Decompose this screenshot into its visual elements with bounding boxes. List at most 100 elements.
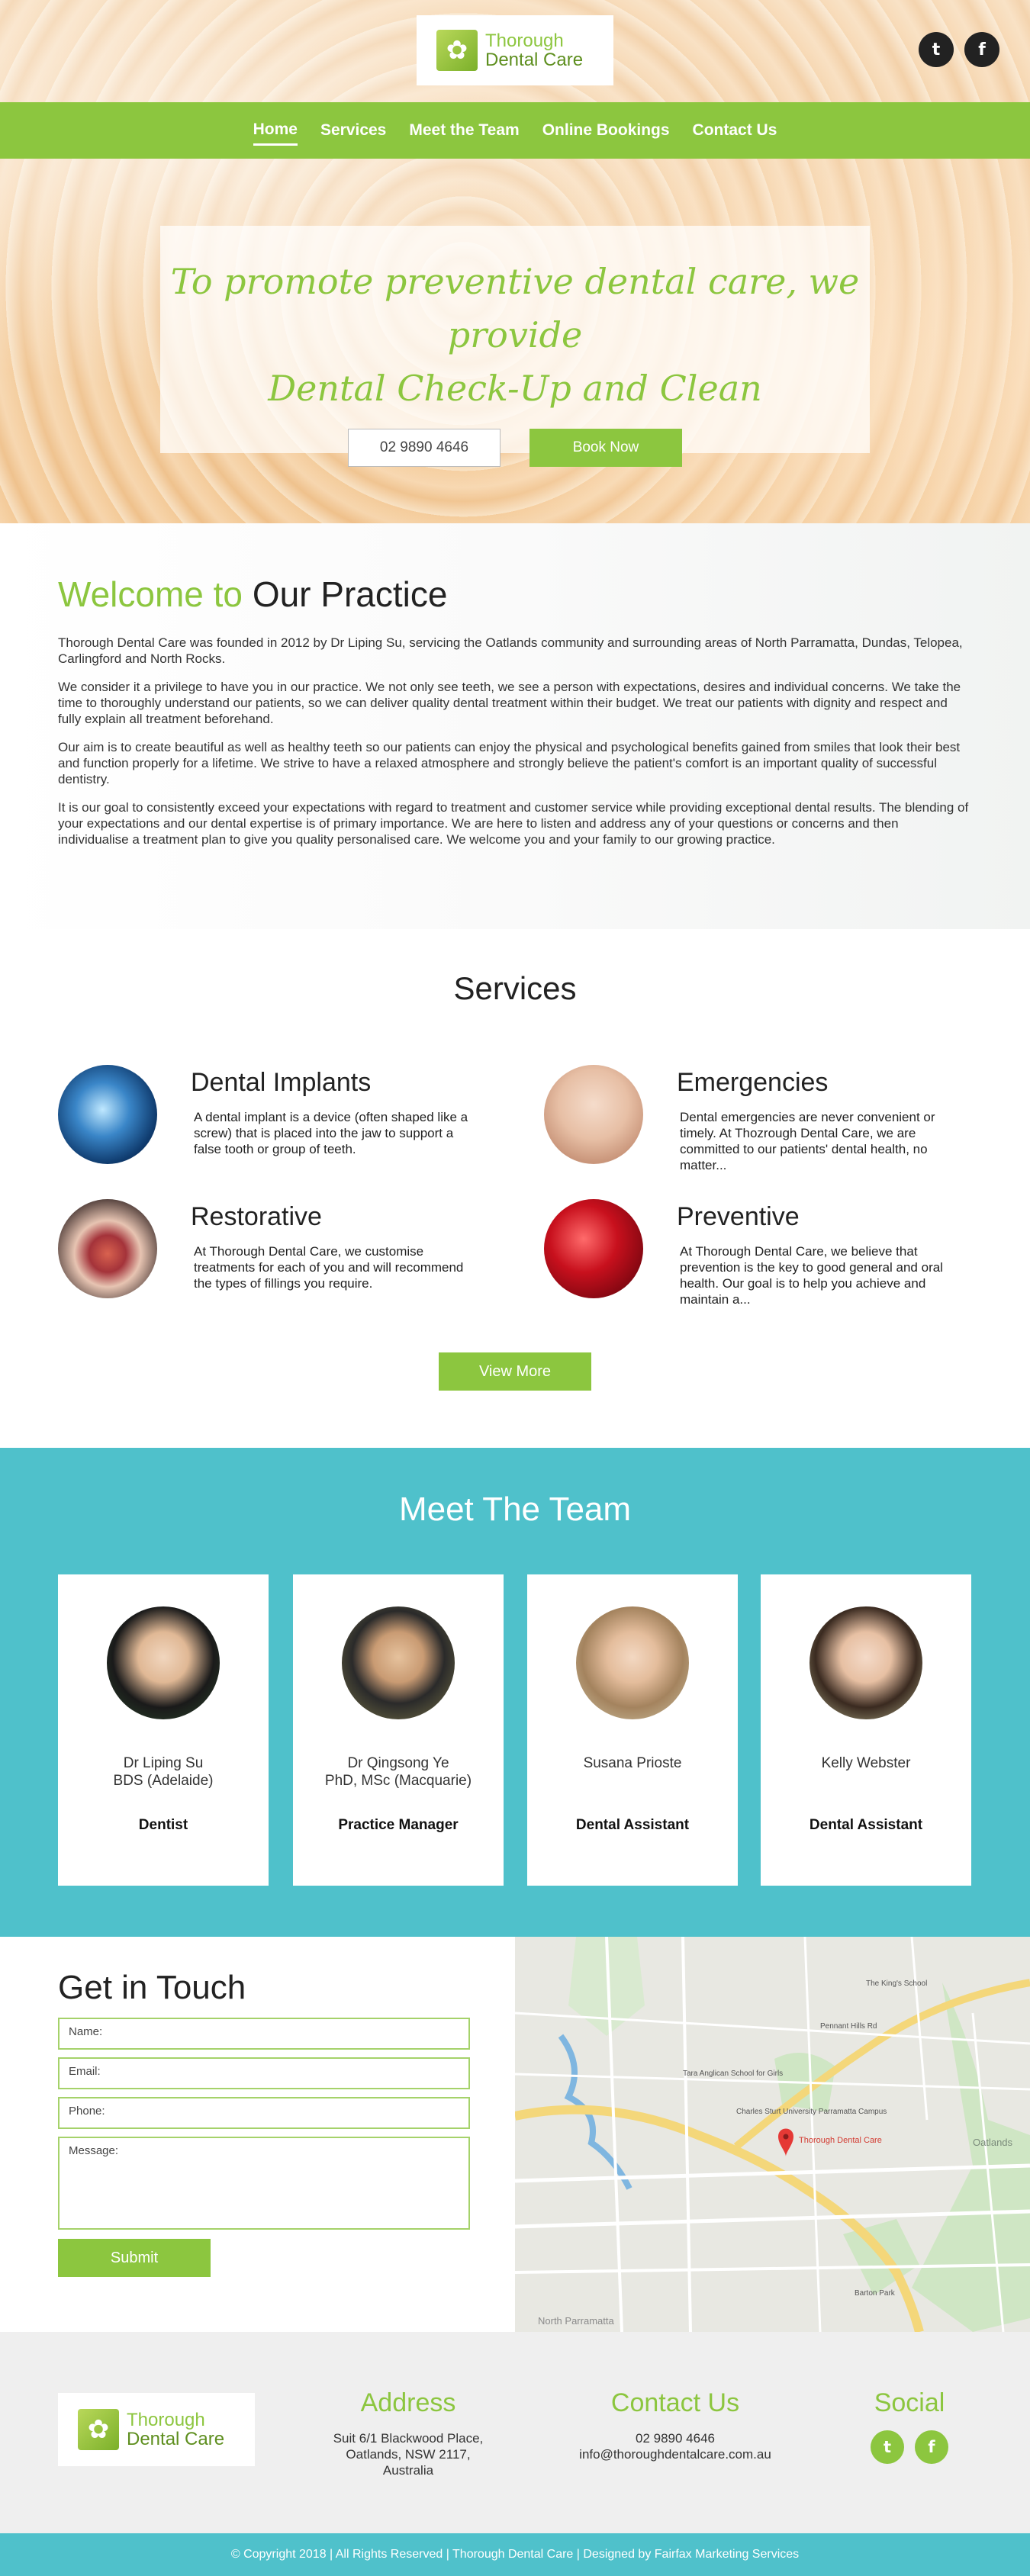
member-role: Dentist xyxy=(138,1817,188,1833)
address-heading: Address xyxy=(360,2388,456,2417)
contact-section: Get in Touch Name: Email: Phone: Message… xyxy=(0,1937,1030,2332)
map-label: The King's School xyxy=(866,1979,927,1988)
logo-line1: Thorough xyxy=(127,2409,205,2430)
welcome-paragraph: It is our goal to consistently exceed yo… xyxy=(58,800,969,847)
welcome-paragraph: We consider it a privilege to have you i… xyxy=(58,680,961,726)
email-field[interactable]: Email: xyxy=(58,2057,470,2089)
member-name: Kelly Webster xyxy=(821,1755,911,1771)
logo-tooth-icon: ✿ xyxy=(78,2409,119,2450)
twitter-icon[interactable]: t xyxy=(919,32,954,67)
service-title: Emergencies xyxy=(677,1068,829,1097)
hero-card: To promote preventive dental care, we pr… xyxy=(160,226,870,467)
hero-tagline-1: To promote preventive dental care, we pr… xyxy=(170,261,860,355)
footer-social: Social t f xyxy=(855,2388,964,2464)
address-line: Australia xyxy=(382,2463,434,2478)
hero-section: ✿ Thorough Dental Care t f Home Services… xyxy=(0,0,1030,523)
map-pin-label: Thorough Dental Care xyxy=(799,2136,882,2145)
service-desc: At Thorough Dental Care, we customise tr… xyxy=(194,1244,464,1291)
welcome-paragraph: Thorough Dental Care was founded in 2012… xyxy=(58,635,963,666)
services-section: Services Dental Implants A dental implan… xyxy=(0,929,1030,1448)
avatar xyxy=(810,1606,922,1719)
dental-xray-image xyxy=(58,1065,157,1164)
view-more-button[interactable]: View More xyxy=(439,1352,591,1391)
location-map[interactable]: Thorough Dental Care The King's School T… xyxy=(515,1937,1030,2332)
copyright-bar: © Copyright 2018 | All Rights Reserved |… xyxy=(0,2533,1030,2576)
team-title: Meet The Team xyxy=(398,1491,632,1528)
avatar xyxy=(576,1606,689,1719)
header-social: t f xyxy=(919,32,999,67)
service-title: Preventive xyxy=(677,1202,800,1231)
footer-address: Address Suit 6/1 Blackwood Place, Oatlan… xyxy=(305,2388,511,2478)
footer-email[interactable]: info@thoroughdentalcare.com.au xyxy=(549,2446,801,2462)
site-logo[interactable]: ✿ Thorough Dental Care xyxy=(417,15,613,85)
message-field[interactable]: Message: xyxy=(58,2137,470,2230)
team-section: Meet The Team Dr Liping Su BDS (Adelaide… xyxy=(0,1448,1030,1937)
book-now-button[interactable]: Book Now xyxy=(529,429,682,467)
facebook-icon[interactable]: f xyxy=(964,32,999,67)
contact-form: Get in Touch Name: Email: Phone: Message… xyxy=(0,1937,515,2332)
hero-tagline-2: Dental Check-Up and Clean xyxy=(268,368,762,409)
nav-bookings[interactable]: Online Bookings xyxy=(542,117,670,144)
name-field[interactable]: Name: xyxy=(58,2018,470,2050)
team-card[interactable]: Dr Qingsong Ye PhD, MSc (Macquarie) Prac… xyxy=(293,1574,504,1886)
footer-phone[interactable]: 02 9890 4646 xyxy=(549,2430,801,2446)
map-label: Barton Park xyxy=(855,2289,896,2298)
service-title: Restorative xyxy=(191,1202,322,1231)
address-line: Oatlands, NSW 2117, xyxy=(346,2447,471,2462)
member-name: Dr Liping Su xyxy=(123,1755,204,1771)
member-credentials: PhD, MSc (Macquarie) xyxy=(324,1773,472,1789)
footer-logo[interactable]: ✿ Thorough Dental Care xyxy=(58,2393,255,2466)
avatar xyxy=(107,1606,220,1719)
nav-home[interactable]: Home xyxy=(253,116,298,146)
welcome-title-dark: Our Practice xyxy=(252,574,448,614)
welcome-paragraph: Our aim is to create beautiful as well a… xyxy=(58,740,961,786)
map-label: Pennant Hills Rd xyxy=(820,2022,877,2031)
address-line: Suit 6/1 Blackwood Place, xyxy=(333,2431,484,2446)
member-name: Dr Qingsong Ye xyxy=(347,1755,449,1771)
map-label: Charles Sturt University Parramatta Camp… xyxy=(736,2108,887,2116)
submit-button[interactable]: Submit xyxy=(58,2239,211,2277)
service-card[interactable]: Emergencies Dental emergencies are never… xyxy=(544,1065,971,1179)
contact-heading: Contact Us xyxy=(610,2388,740,2417)
member-role: Dental Assistant xyxy=(575,1817,690,1833)
services-title: Services xyxy=(453,970,577,1006)
avatar xyxy=(342,1606,455,1719)
welcome-title-green: Welcome to xyxy=(58,574,243,614)
welcome-section: Welcome to Our Practice Thorough Dental … xyxy=(0,523,1030,929)
map-label: Oatlands xyxy=(973,2137,1013,2148)
logo-line1: Thorough xyxy=(485,30,564,51)
footer-contact: Contact Us 02 9890 4646 info@thoroughden… xyxy=(549,2388,801,2462)
logo-tooth-icon: ✿ xyxy=(436,30,478,71)
logo-line2: Dental Care xyxy=(127,2429,225,2449)
service-desc: At Thorough Dental Care, we believe that… xyxy=(680,1244,943,1307)
nav-contact[interactable]: Contact Us xyxy=(693,117,777,144)
service-desc: A dental implant is a device (often shap… xyxy=(194,1110,468,1156)
twitter-icon[interactable]: t xyxy=(871,2430,904,2464)
apple-image xyxy=(544,1199,643,1298)
social-heading: Social xyxy=(874,2388,945,2417)
facebook-icon[interactable]: f xyxy=(915,2430,948,2464)
service-desc: Dental emergencies are never convenient … xyxy=(680,1110,935,1172)
logo-line2: Dental Care xyxy=(485,50,584,70)
member-role: Practice Manager xyxy=(338,1817,459,1833)
welcome-title: Welcome to Our Practice xyxy=(58,574,972,615)
footer: ✿ Thorough Dental Care Address Suit 6/1 … xyxy=(0,2332,1030,2533)
phone-field[interactable]: Phone: xyxy=(58,2097,470,2129)
service-card[interactable]: Dental Implants A dental implant is a de… xyxy=(58,1065,485,1179)
contact-title: Get in Touch xyxy=(58,1969,246,2006)
member-name: Susana Prioste xyxy=(583,1755,682,1771)
member-role: Dental Assistant xyxy=(809,1817,923,1833)
nav-services[interactable]: Services xyxy=(320,117,386,144)
team-card[interactable]: Susana Prioste Dental Assistant xyxy=(527,1574,738,1886)
member-credentials: BDS (Adelaide) xyxy=(113,1773,214,1789)
phone-button[interactable]: 02 9890 4646 xyxy=(348,429,501,467)
dental-exam-image xyxy=(58,1199,157,1298)
team-card[interactable]: Dr Liping Su BDS (Adelaide) Dentist xyxy=(58,1574,269,1886)
map-label: North Parramatta xyxy=(538,2315,614,2327)
toothache-woman-image xyxy=(544,1065,643,1164)
map-canvas: Thorough Dental Care The King's School T… xyxy=(515,1937,1030,2332)
service-card[interactable]: Preventive At Thorough Dental Care, we b… xyxy=(544,1199,971,1314)
service-card[interactable]: Restorative At Thorough Dental Care, we … xyxy=(58,1199,485,1314)
team-card[interactable]: Kelly Webster Dental Assistant xyxy=(761,1574,971,1886)
nav-team[interactable]: Meet the Team xyxy=(409,117,519,144)
